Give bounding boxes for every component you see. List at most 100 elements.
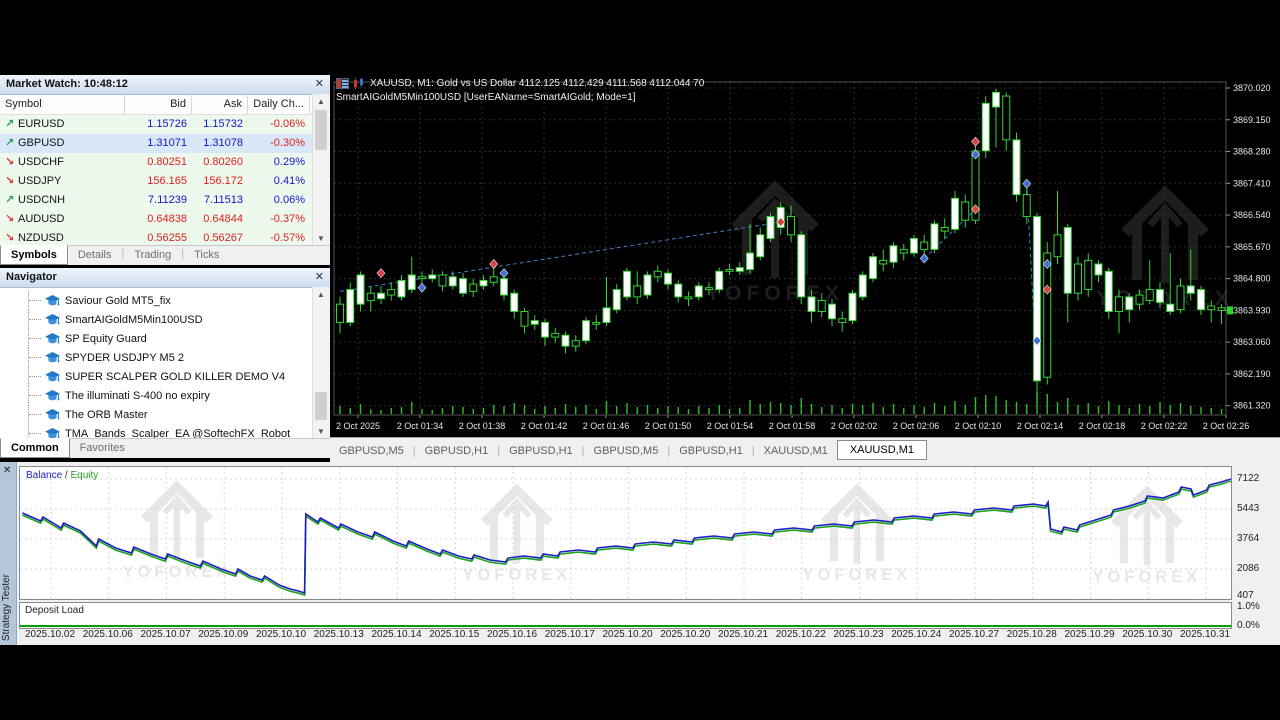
sell-marker-icon[interactable] [490,260,498,269]
chart-tab-4-gbpusdh1[interactable]: GBPUSD,H1 [670,442,752,460]
column-header-ask[interactable]: Ask [192,95,248,114]
chart-ea-line: SmartAIGoldM5Min100USD [UserEAName=Smart… [336,92,636,103]
candle-body [1126,297,1133,310]
navigator-item[interactable]: Saviour Gold MT5_fix [0,291,330,310]
candle-body [408,275,415,290]
navigator-item-label: SUPER SCALPER GOLD KILLER DEMO V4 [65,371,285,383]
strategy-tester-strip-label: Strategy Tester [1,574,12,641]
column-header-dailych[interactable]: Daily Ch... [248,95,310,114]
equity-curve-chart[interactable]: YOFOREXYOFOREXYOFOREXYOFOREX Balance / E… [19,466,1232,600]
price-chart[interactable]: YOFOREXYOFOREXYOFOREX3870.0203869.150386… [330,75,1280,437]
svg-text:3868.280: 3868.280 [1233,147,1271,157]
strategy-tester-strip[interactable]: ✕ Strategy Tester [0,462,17,645]
yoforex-watermark: YOFOREX [462,490,571,584]
tester-date-label: 2025.10.09 [198,629,248,640]
candle-body [439,275,446,286]
candle-body [654,271,661,276]
chart-tab-1-gbpusdh1[interactable]: GBPUSD,H1 [416,442,498,460]
navigator-panel: Navigator ✕ Saviour Gold MT5_fix SmartAIG… [0,268,330,458]
navigator-item[interactable]: The illuminati S-400 no expiry [0,386,330,405]
column-header-symbol[interactable]: Symbol [0,95,125,114]
scroll-down-icon[interactable]: ▼ [313,424,329,439]
candle-body [460,279,467,294]
market-watch-row-usdchf[interactable]: ↘USDCHF0.802510.802600.29% [0,153,330,172]
buy-marker-icon[interactable] [920,254,928,263]
market-watch-tab-trading[interactable]: Trading [124,246,181,263]
expert-advisor-icon [45,333,60,345]
market-watch-row-eurusd[interactable]: ↗EURUSD1.157261.15732-0.06% [0,115,330,134]
market-watch-row-usdcnh[interactable]: ↗USDCNH7.112397.115130.06% [0,191,330,210]
candle-body [521,311,528,326]
candle-body [818,301,825,312]
navigator-tab-favorites[interactable]: Favorites [70,439,135,456]
market-watch-panel: Market Watch: 10:48:12 ✕ SymbolBidAskDai… [0,75,330,265]
navigator-item[interactable]: SUPER SCALPER GOLD KILLER DEMO V4 [0,367,330,386]
candle-body [767,217,774,239]
scroll-up-icon[interactable]: ▲ [313,287,329,302]
candle-body [706,288,713,290]
deposit-load-percent-label: 1.0% [1237,601,1260,612]
chart-tab-2-gbpusdh1[interactable]: GBPUSD,H1 [500,442,582,460]
candle-body [757,235,764,257]
navigator-tree: Saviour Gold MT5_fix SmartAIGoldM5Min100U… [0,288,330,443]
navigator-item[interactable]: The ORB Master [0,405,330,424]
close-icon[interactable]: ✕ [3,465,11,476]
candle-body [900,249,907,253]
candle-body [531,321,538,325]
buy-marker-icon[interactable] [418,283,426,292]
navigator-item[interactable]: SmartAIGoldM5Min100USD [0,310,330,329]
market-watch-scrollbar[interactable]: ▲ ▼ [312,94,330,246]
candle-body [1218,308,1225,311]
tester-value-label: 407 [1237,590,1254,601]
market-watch-tab-details[interactable]: Details [68,246,122,263]
candle-body [1034,217,1041,381]
tree-guide [28,310,43,329]
depth-of-market-icon[interactable] [336,78,349,89]
scroll-up-icon[interactable]: ▲ [313,94,329,109]
navigator-tab-common[interactable]: Common [0,438,70,458]
candle-body [562,335,569,346]
svg-text:2 Oct 01:42: 2 Oct 01:42 [521,421,568,431]
sell-marker-icon[interactable] [377,269,385,278]
candlestick-chart-canvas[interactable]: YOFOREXYOFOREXYOFOREX3870.0203869.150386… [330,75,1280,437]
chart-tab-6-xauusdm1[interactable]: XAUUSD,M1 [837,440,927,460]
candle-body [1167,304,1174,311]
candle-body [1136,295,1143,304]
chart-tab-3-gbpusdm5[interactable]: GBPUSD,M5 [585,442,668,460]
market-watch-tab-symbols[interactable]: Symbols [0,245,68,265]
chart-tab-5-xauusdm1[interactable]: XAUUSD,M1 [755,442,837,460]
navigator-item-label: Saviour Gold MT5_fix [65,295,171,307]
bid-value: 0.80251 [125,153,192,172]
close-icon[interactable]: ✕ [315,268,324,287]
market-watch-row-audusd[interactable]: ↘AUDUSD0.648380.64844-0.37% [0,210,330,229]
candle-body [839,319,846,323]
candle-body [1003,96,1010,140]
buy-marker-icon[interactable] [500,269,508,278]
chart-mode-icon[interactable] [353,78,366,89]
market-watch-row-gbpusd[interactable]: ↗GBPUSD1.310711.31078-0.30% [0,134,330,153]
candle-body [398,280,405,296]
candle-body [1054,235,1061,257]
deposit-load-percent-label: 0.0% [1237,620,1260,631]
candle-body [747,253,754,269]
market-watch-tab-ticks[interactable]: Ticks [184,246,229,263]
trend-down-icon: ↘ [5,210,18,229]
navigator-item[interactable]: SPYDER USDJPY M5 2 [0,348,330,367]
candle-body [890,246,897,262]
market-watch-row-usdjpy[interactable]: ↘USDJPY156.165156.1720.41% [0,172,330,191]
navigator-item[interactable]: SP Equity Guard [0,329,330,348]
navigator-title: Navigator [6,271,57,283]
candle-body [1013,140,1020,195]
deposit-load-chart[interactable]: Deposit Load [19,602,1232,629]
buy-marker-icon[interactable] [1023,179,1031,188]
candle-body [480,280,487,285]
close-icon[interactable]: ✕ [315,75,324,94]
navigator-scrollbar[interactable]: ▲ ▼ [312,287,330,439]
scroll-down-icon[interactable]: ▼ [313,231,329,246]
svg-text:3870.020: 3870.020 [1233,83,1271,93]
symbol-label: GBPUSD [18,137,64,149]
candle-body [378,293,385,298]
column-header-bid[interactable]: Bid [125,95,192,114]
daily-change-value: 0.06% [248,191,310,210]
chart-tab-0-gbpusdm5[interactable]: GBPUSD,M5 [330,442,413,460]
